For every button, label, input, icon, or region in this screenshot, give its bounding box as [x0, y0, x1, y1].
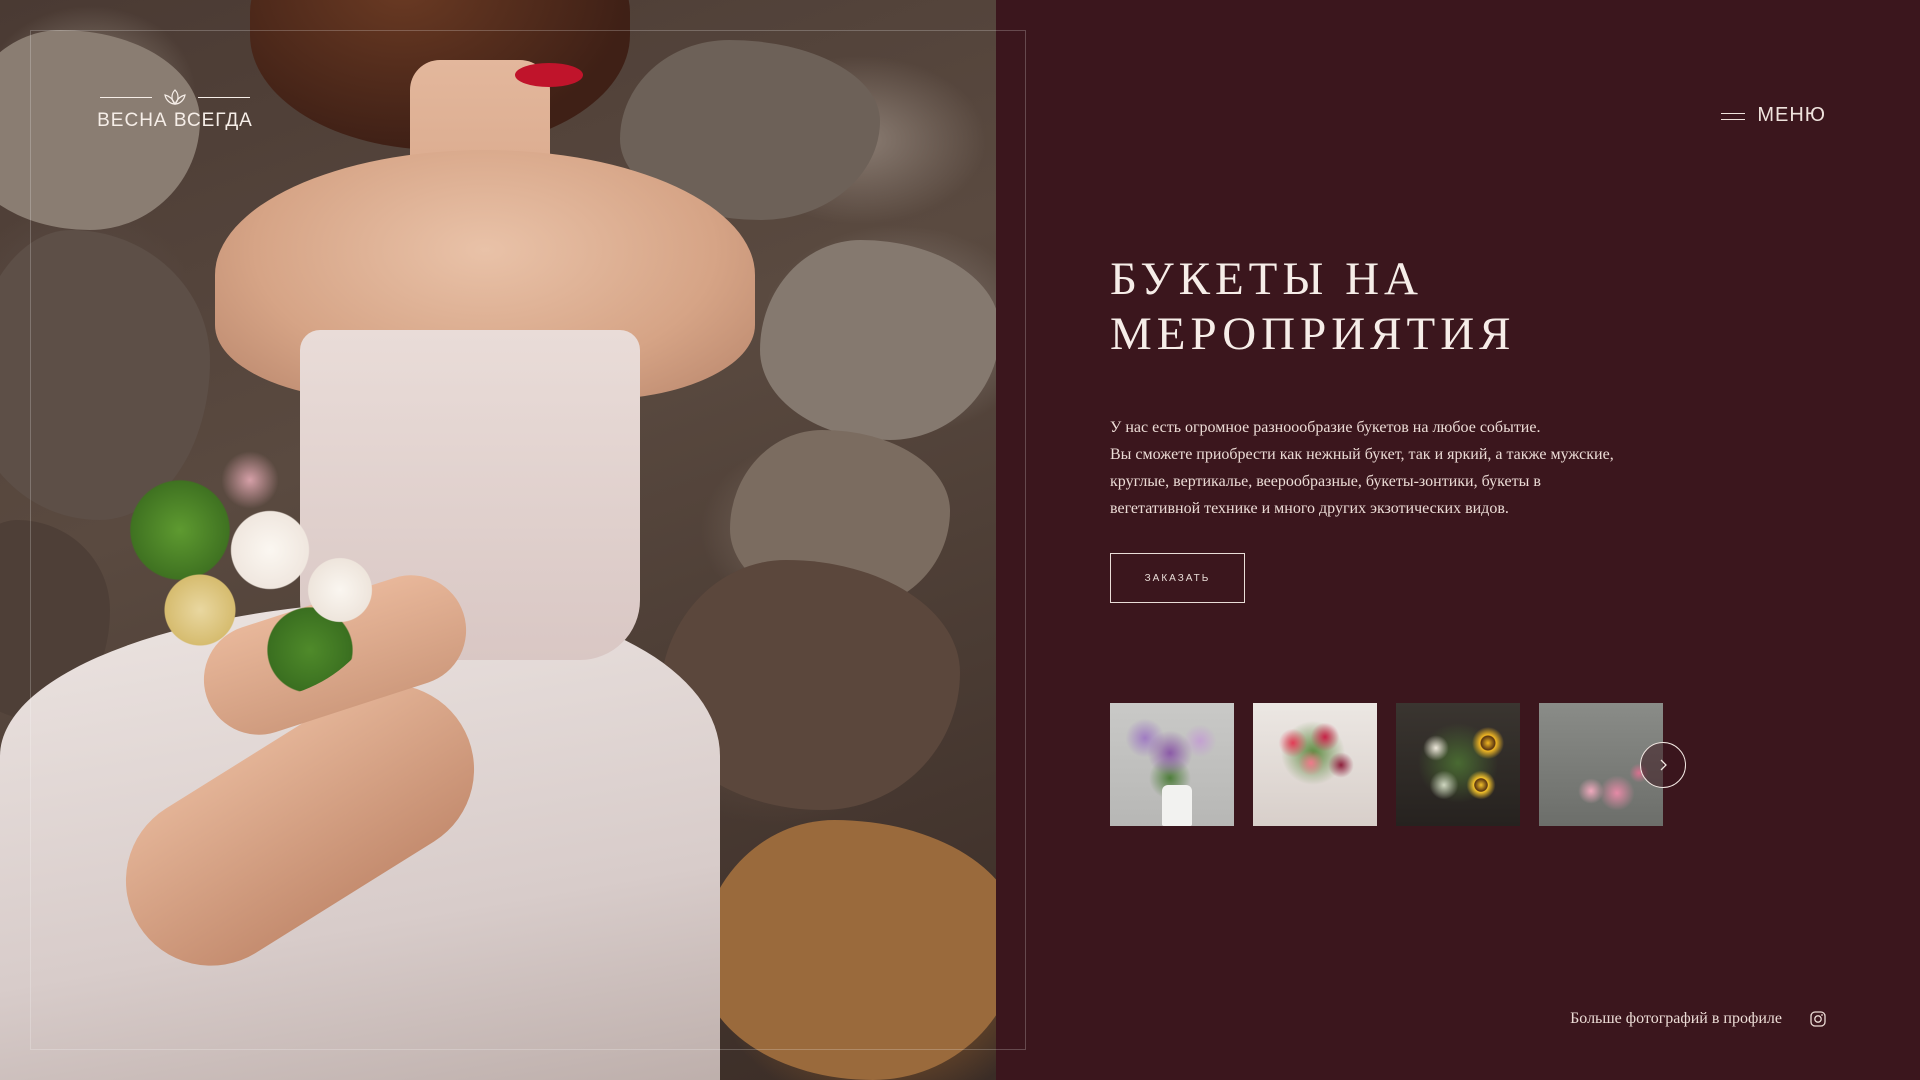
- page-title: БУКЕТЫ НА МЕРОПРИЯТИЯ: [1110, 252, 1516, 362]
- footer: Больше фотографий в профиле: [1570, 1010, 1826, 1028]
- thumbnail-sunflower-bouquet[interactable]: [1396, 703, 1520, 826]
- hero-photo: [0, 0, 996, 1080]
- rock-shape: [700, 820, 996, 1080]
- profile-link[interactable]: Больше фотографий в профиле: [1570, 1010, 1782, 1028]
- lotus-icon: [164, 89, 186, 105]
- description: У нас есть огромное разноообразие букето…: [1110, 414, 1670, 522]
- logo-mark: [100, 88, 250, 106]
- order-button[interactable]: ЗАКАЗАТЬ: [1110, 553, 1245, 603]
- logo[interactable]: ВЕСНА ВСЕГДА: [95, 88, 255, 132]
- logo-text: ВЕСНА ВСЕГДА: [97, 110, 253, 131]
- page-title-line: БУКЕТЫ НА: [1110, 253, 1424, 305]
- hamburger-icon: [1721, 111, 1746, 121]
- menu-button[interactable]: МЕНЮ: [1721, 104, 1826, 127]
- logo-line-right: [198, 96, 250, 98]
- bouquet: [110, 440, 390, 700]
- menu-label: МЕНЮ: [1757, 104, 1826, 126]
- instagram-icon[interactable]: [1810, 1011, 1826, 1027]
- rock-shape: [760, 240, 996, 440]
- page-title-line: МЕРОПРИЯТИЯ: [1110, 308, 1516, 360]
- gallery-next-button[interactable]: [1640, 742, 1686, 788]
- thumbnail-lilac-bouquet[interactable]: [1110, 703, 1234, 826]
- description-line: У нас есть огромное разноообразие букето…: [1110, 419, 1541, 436]
- description-line: круглые, вертикалье, веерообразные, буке…: [1110, 473, 1541, 490]
- description-line: Вы сможете приобрести как нежный букет, …: [1110, 446, 1614, 463]
- gallery-thumbnails: [1110, 703, 1663, 826]
- thumbnail-red-rose-bouquet[interactable]: [1253, 703, 1377, 826]
- lips: [515, 63, 583, 87]
- description-line: вегетативной технике и много других экзо…: [1110, 500, 1509, 517]
- chevron-right-icon: [1660, 759, 1667, 771]
- logo-line-left: [100, 96, 152, 98]
